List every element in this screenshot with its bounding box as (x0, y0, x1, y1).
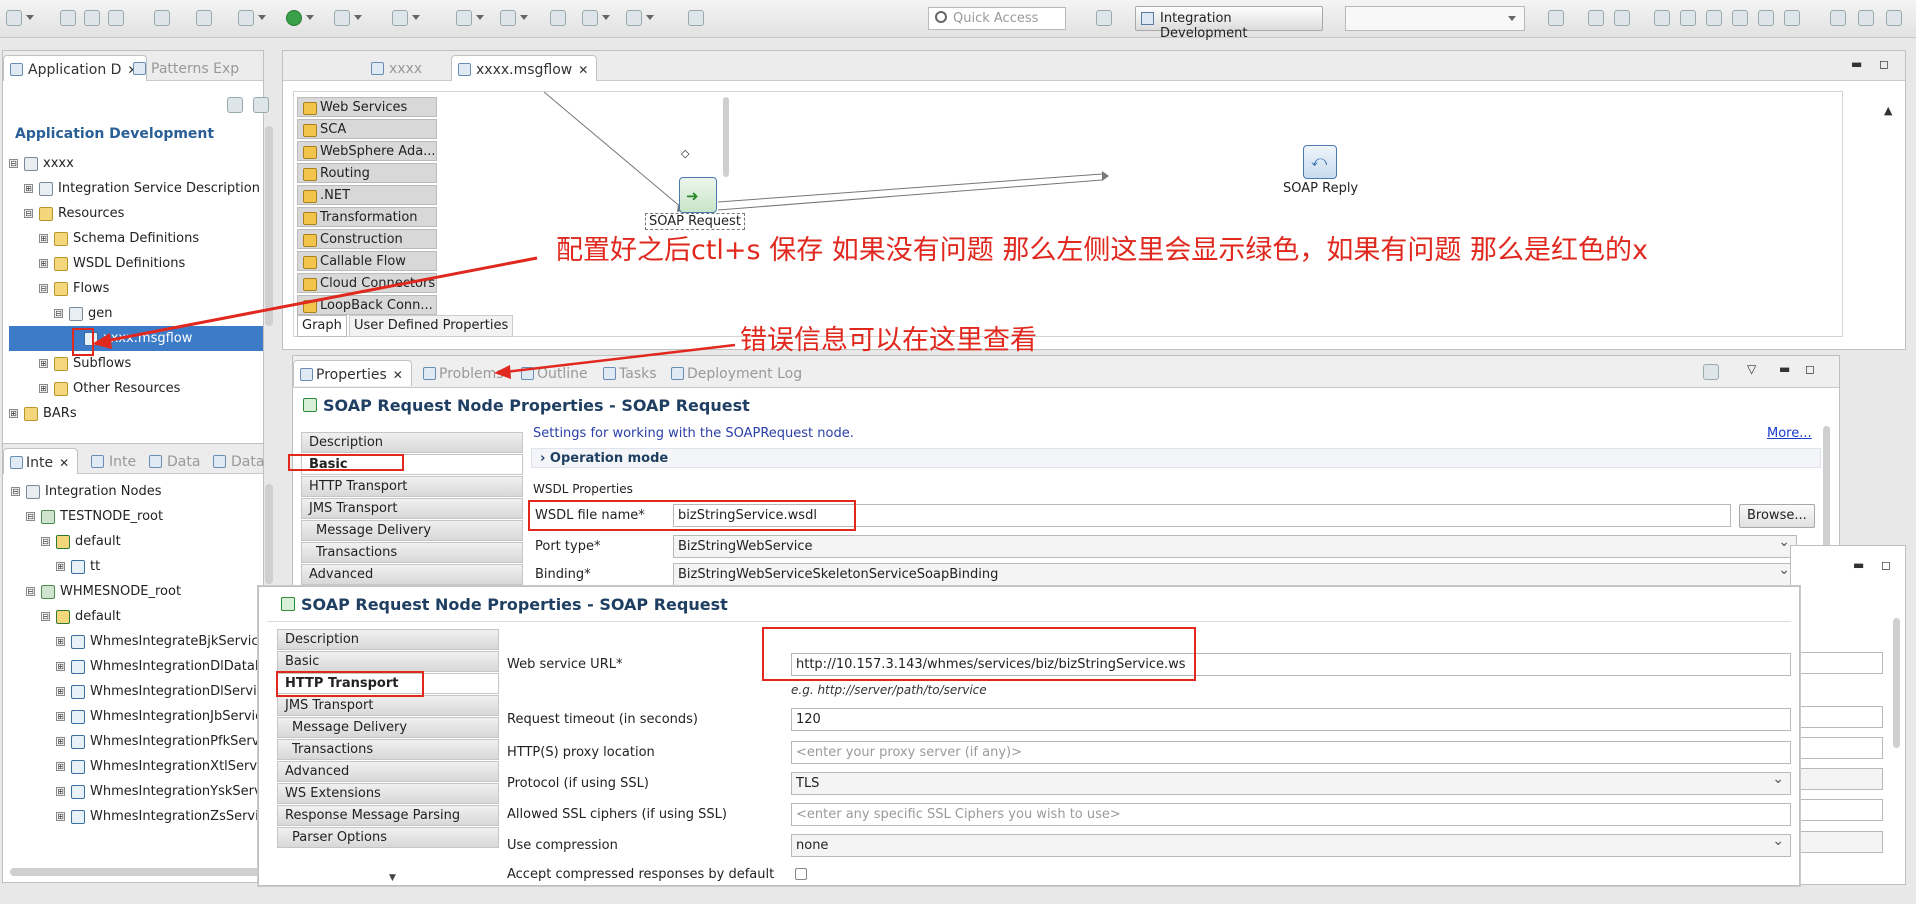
annotation-arrows (92, 256, 736, 379)
